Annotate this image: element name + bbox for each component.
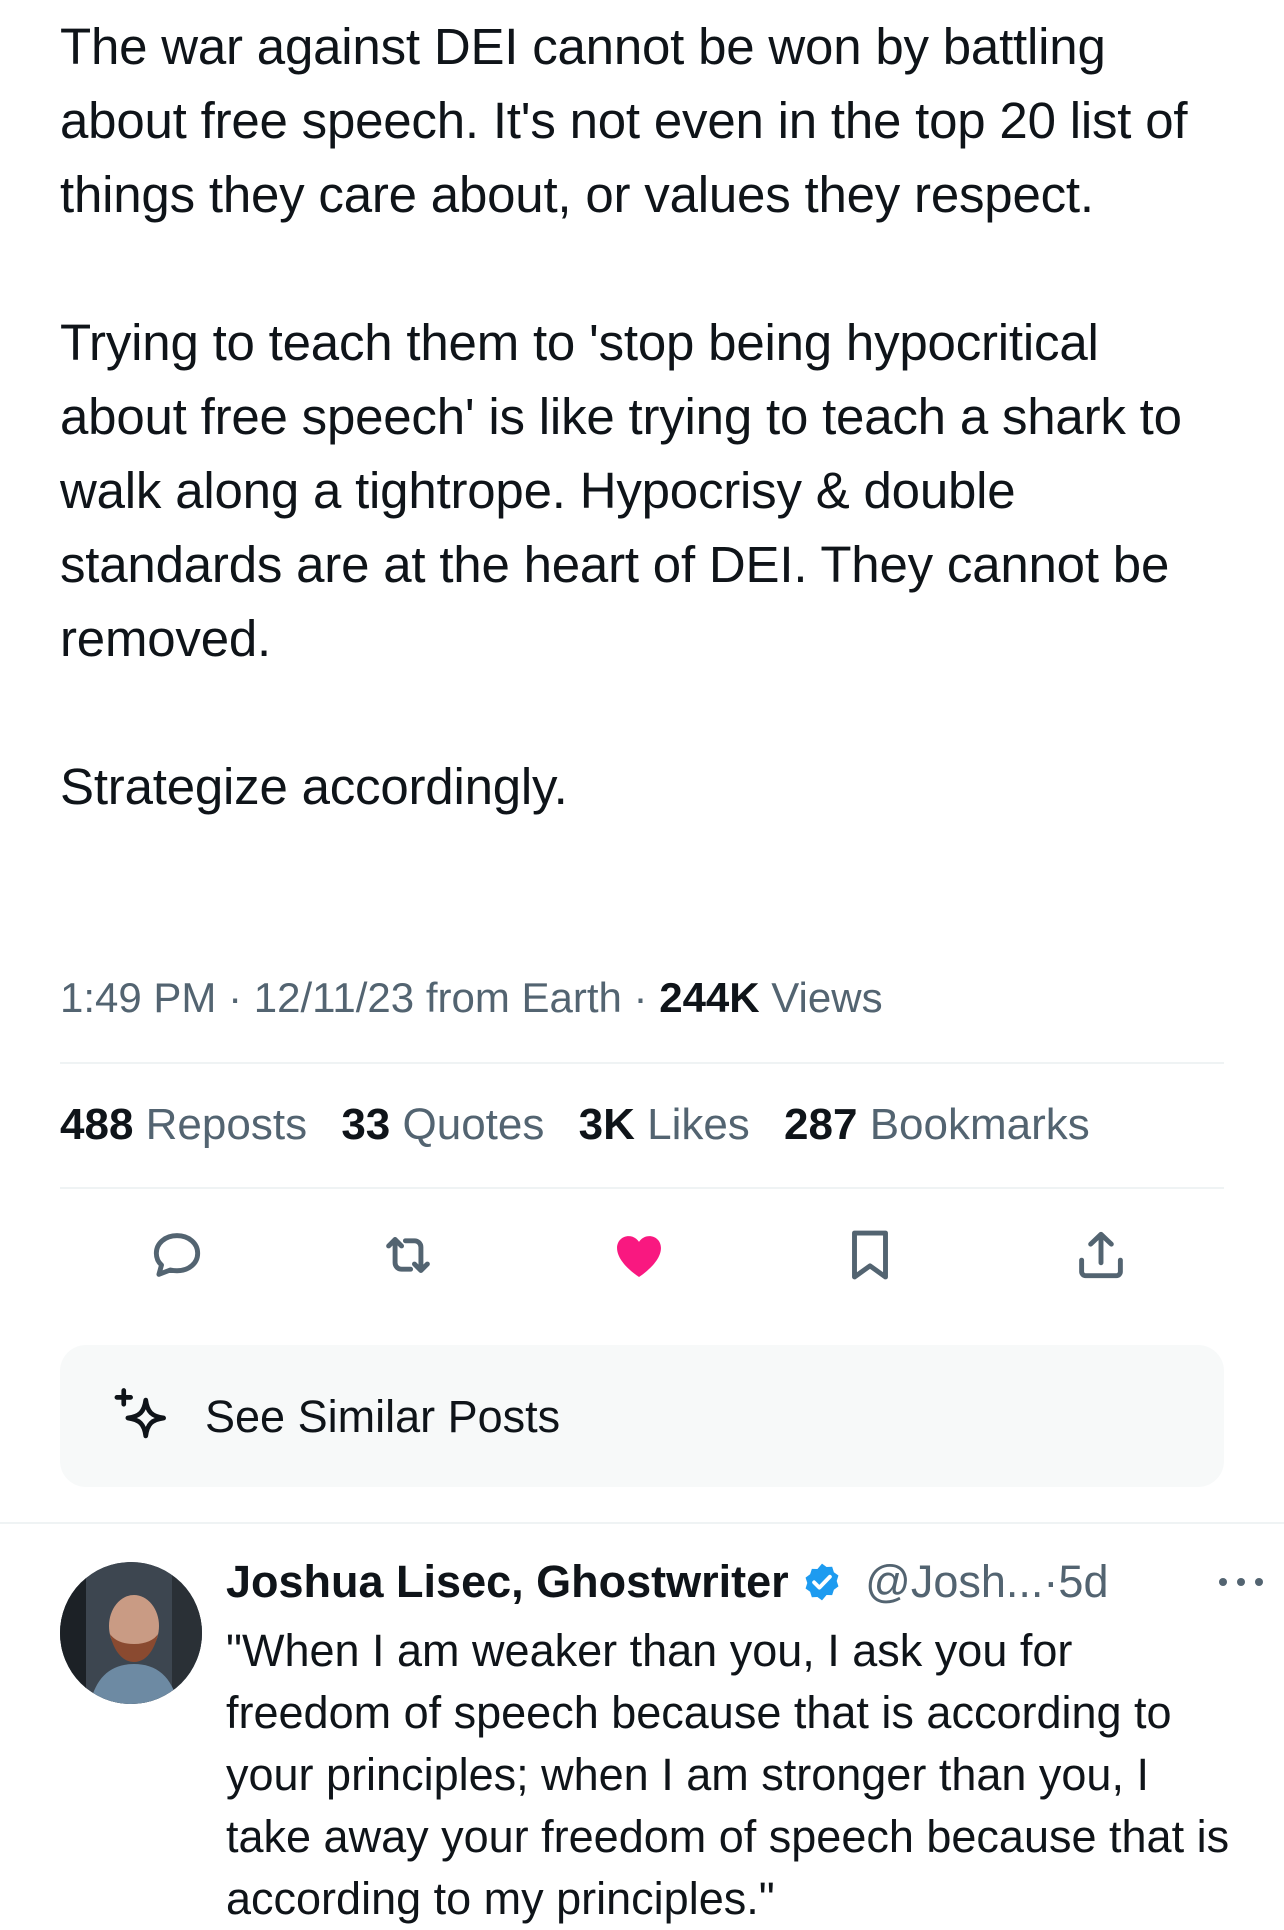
likes-count: 3K	[578, 1100, 635, 1149]
likes-label: Likes	[647, 1100, 750, 1149]
reply-author-handle[interactable]: @Josh...	[865, 1556, 1043, 1607]
views-count: 244K	[659, 974, 760, 1021]
like-button[interactable]	[604, 1220, 674, 1290]
verified-badge-icon	[805, 1563, 839, 1601]
reposts-stat[interactable]: 488 Reposts	[60, 1100, 307, 1149]
tweet-body: The war against DEI cannot be won by bat…	[60, 10, 1230, 824]
see-similar-posts-button[interactable]: See Similar Posts	[60, 1345, 1224, 1487]
bookmark-icon	[852, 1230, 888, 1280]
share-icon	[1079, 1231, 1123, 1279]
reply-icon	[153, 1233, 201, 1277]
reply-header: Joshua Lisec, Ghostwriter @Josh...·5d	[226, 1552, 1266, 1612]
avatar[interactable]	[60, 1562, 202, 1704]
tweet-time[interactable]: 1:49 PM	[60, 974, 216, 1021]
divider	[0, 1522, 1284, 1524]
reposts-count: 488	[60, 1100, 134, 1149]
share-button[interactable]	[1066, 1220, 1136, 1290]
repost-button[interactable]	[373, 1220, 443, 1290]
divider	[60, 1062, 1224, 1064]
tweet-source: from Earth	[425, 974, 622, 1021]
avatar-image	[60, 1562, 202, 1704]
quotes-label: Quotes	[402, 1100, 545, 1149]
quotes-stat[interactable]: 33 Quotes	[341, 1100, 544, 1149]
sparkle-icon	[114, 1388, 166, 1439]
tweet-paragraph: The war against DEI cannot be won by bat…	[60, 18, 1188, 223]
repost-icon	[386, 1237, 430, 1273]
tweet-paragraph: Strategize accordingly.	[60, 758, 568, 815]
tweet-date[interactable]: 12/11/23	[254, 974, 414, 1021]
see-similar-posts-label: See Similar Posts	[205, 1391, 561, 1442]
bookmark-button[interactable]	[835, 1220, 905, 1290]
bookmarks-label: Bookmarks	[869, 1100, 1090, 1149]
bookmarks-count: 287	[784, 1100, 858, 1149]
reply-author-name[interactable]: Joshua Lisec, Ghostwriter	[226, 1556, 789, 1607]
like-icon	[617, 1236, 661, 1277]
header-separator: ·	[1043, 1556, 1059, 1607]
tweet-paragraph: Trying to teach them to 'stop being hypo…	[60, 314, 1182, 667]
engagement-stats: 488 Reposts 33 Quotes 3K Likes 287 Bookm…	[60, 1097, 1230, 1153]
reposts-label: Reposts	[145, 1100, 308, 1149]
divider	[60, 1187, 1224, 1189]
reply-button[interactable]	[142, 1220, 212, 1290]
reply-body: "When I am weaker than you, I ask you fo…	[226, 1625, 1230, 1924]
quotes-count: 33	[341, 1100, 391, 1149]
action-bar	[0, 1220, 1284, 1290]
likes-stat[interactable]: 3K Likes	[579, 1100, 750, 1149]
views-label: Views	[771, 974, 883, 1021]
tweet-detail-page: The war against DEI cannot be won by bat…	[0, 0, 1284, 1930]
meta-separator: ·	[633, 974, 648, 1021]
more-options-icon[interactable]	[1216, 1574, 1266, 1590]
tweet-metadata: 1:49 PM · 12/11/23 from Earth · 244K Vie…	[60, 970, 1230, 1026]
meta-separator: ·	[228, 974, 243, 1021]
bookmarks-stat[interactable]: 287 Bookmarks	[784, 1100, 1090, 1149]
reply-time[interactable]: 5d	[1058, 1556, 1108, 1607]
